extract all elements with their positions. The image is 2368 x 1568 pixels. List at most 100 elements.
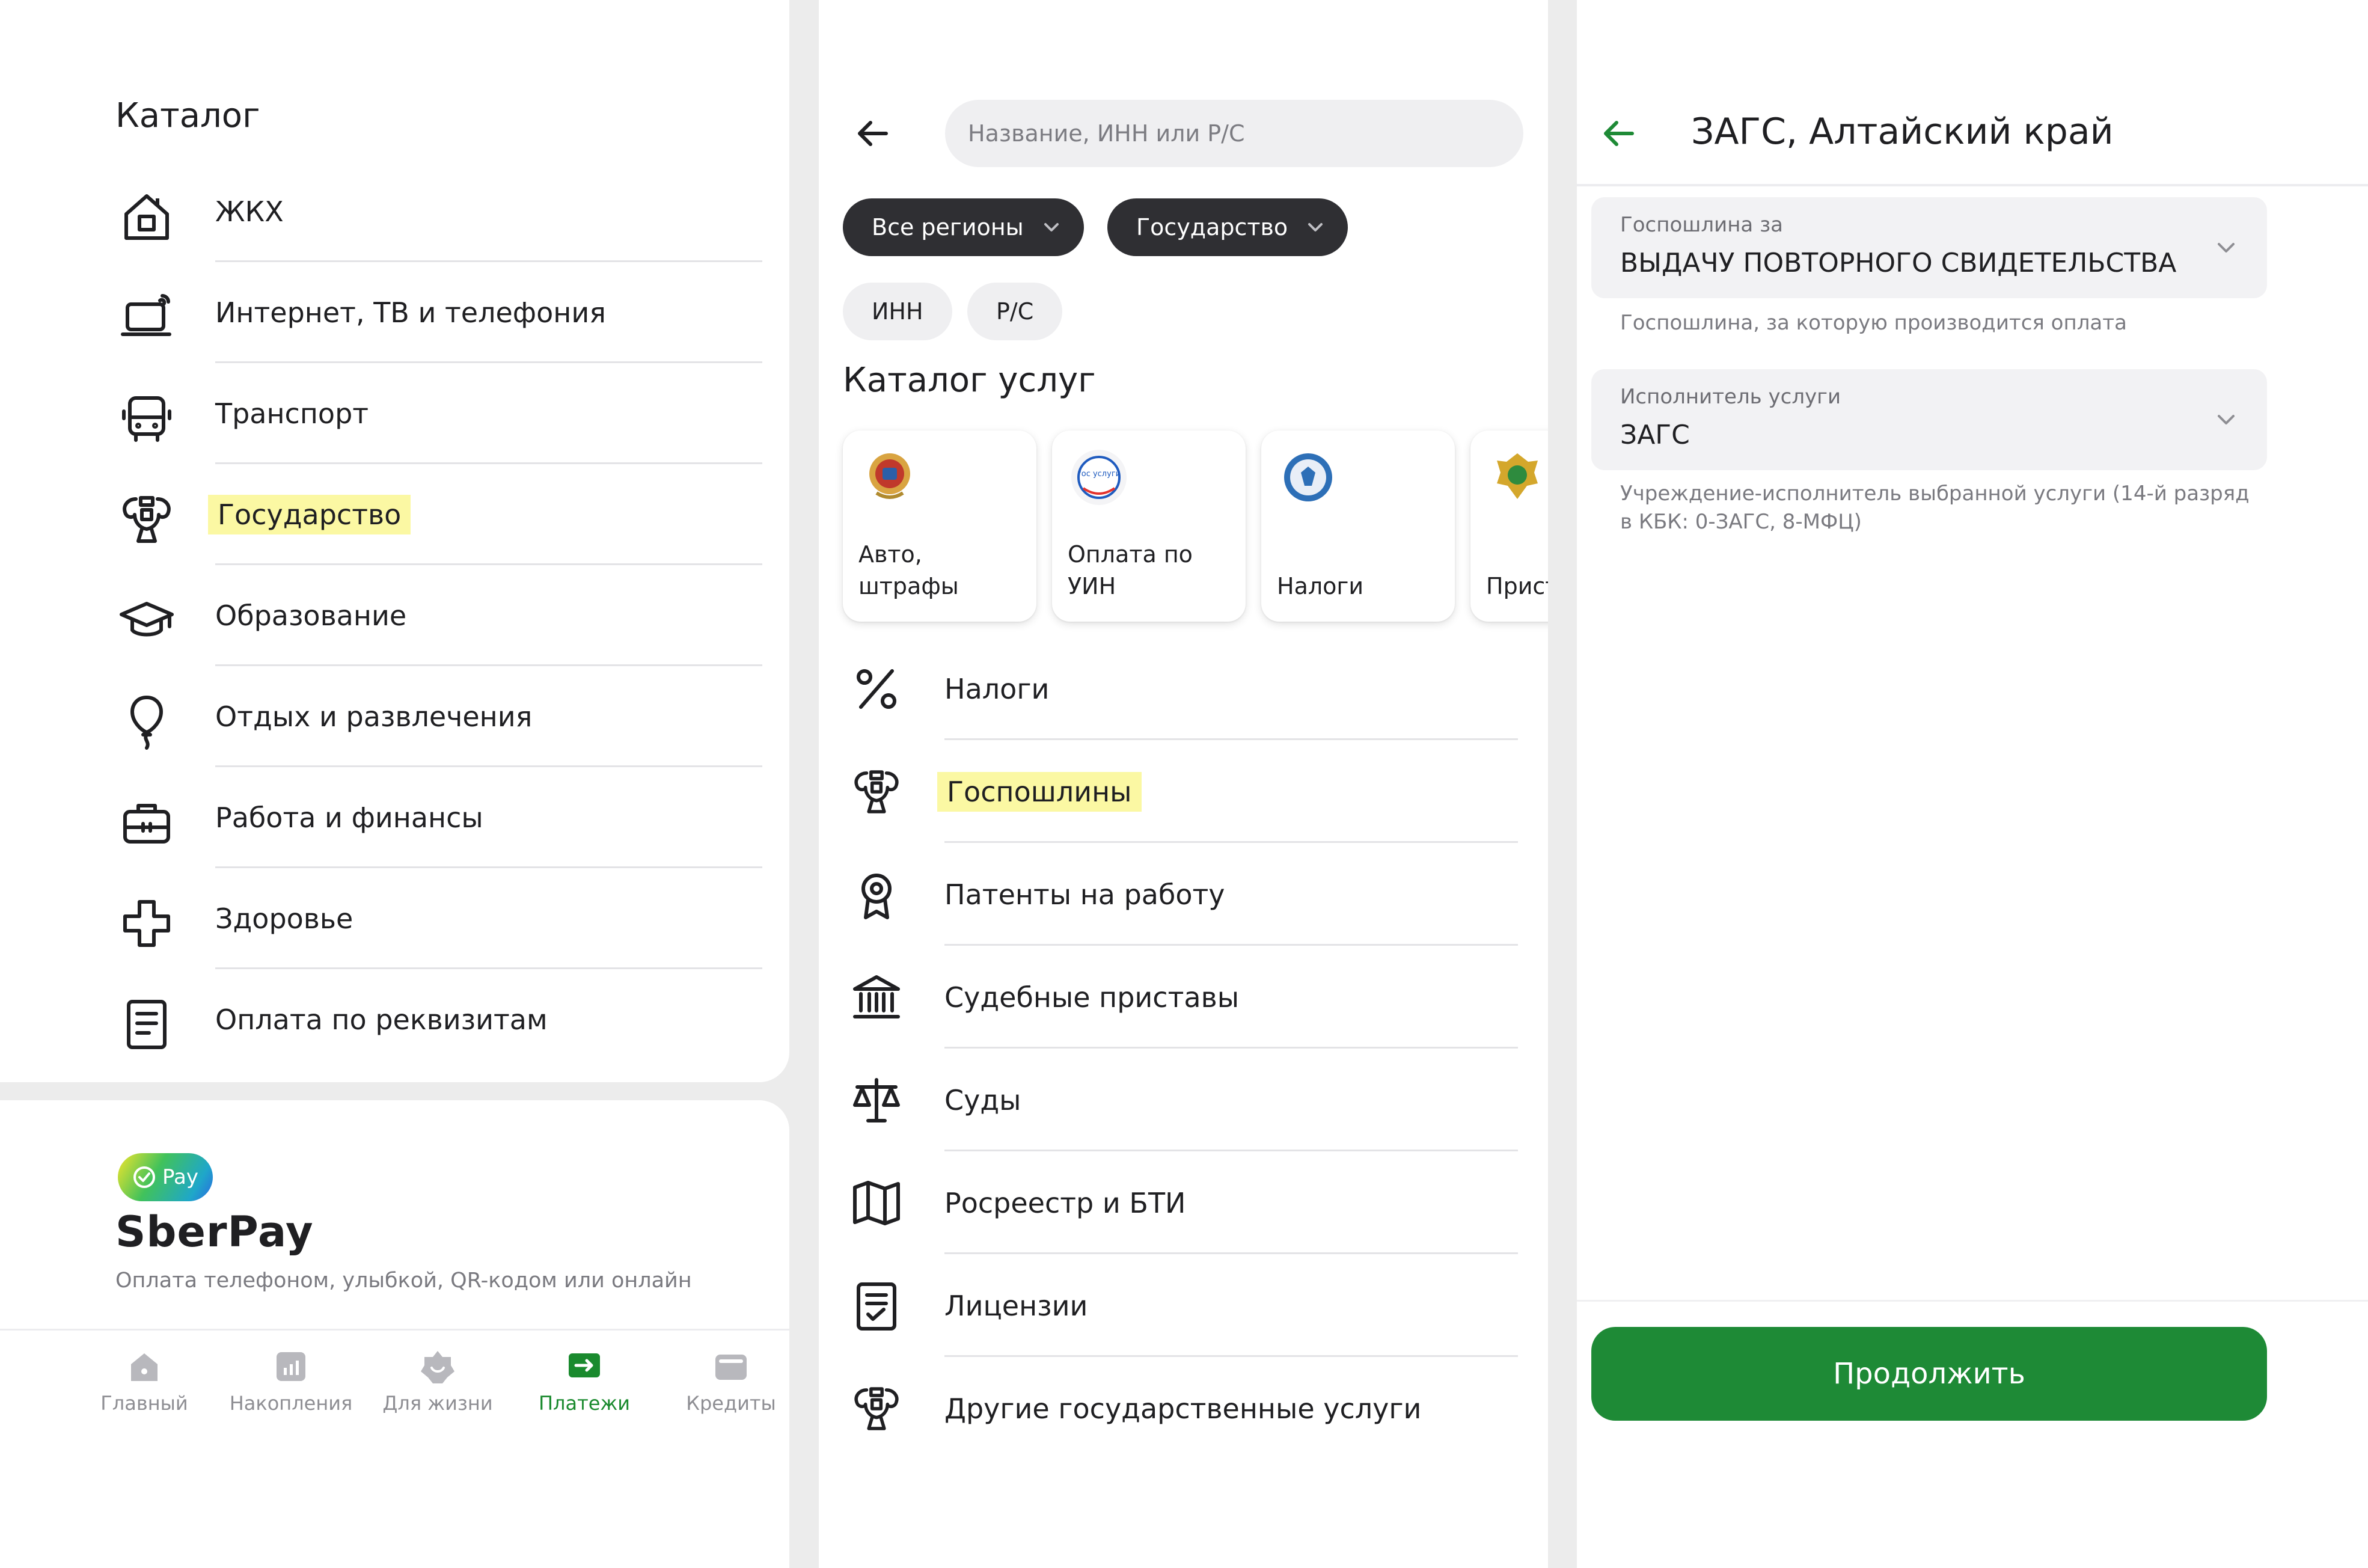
tab-savings[interactable]: Накопления	[219, 1331, 363, 1451]
service-item-other[interactable]: Другие государственные услуги	[819, 1357, 1548, 1460]
service-provider-select[interactable]: Исполнитель услуги ЗАГС	[1591, 369, 2267, 470]
sberpay-badge-label: Pay	[162, 1165, 198, 1189]
service-item-licenses[interactable]: Лицензии	[819, 1254, 1548, 1357]
service-card-auto-fines[interactable]: Авто, штрафы	[843, 430, 1036, 622]
field-hint: Учреждение-исполнитель выбранной услуги …	[1620, 482, 2250, 534]
service-item-state-duties[interactable]: Госпошлины	[819, 740, 1548, 843]
catalog-item-label: Отдых и развлечения	[215, 700, 533, 733]
search-placeholder: Название, ИНН или Р/С	[968, 120, 1245, 147]
page-title: ЗАГС, Алтайский край	[1691, 111, 2114, 153]
catalog-item-internet[interactable]: Интернет, ТВ и телефония	[0, 262, 789, 363]
service-card-label: Налоги	[1277, 572, 1364, 599]
sberpay-subtitle: Оплата телефоном, улыбкой, QR-кодом или …	[115, 1269, 692, 1293]
catalog-item-requisites[interactable]: Оплата по реквизитам	[0, 969, 789, 1070]
catalog-item-label: Оплата по реквизитам	[215, 1003, 548, 1036]
tab-payments[interactable]: Платежи	[512, 1331, 656, 1451]
sberpay-badge[interactable]: Pay	[118, 1153, 213, 1201]
chevron-down-icon	[2212, 233, 2241, 262]
laptop-icon	[118, 289, 176, 346]
catalog-item-transport[interactable]: Транспорт	[0, 363, 789, 464]
catalog-item-label: Работа и финансы	[215, 801, 483, 834]
header-divider	[1577, 184, 2368, 186]
briefcase-icon	[118, 794, 176, 851]
service-card-uin[interactable]: гос услуги Оплата по УИН	[1052, 430, 1246, 622]
catalog-item-label: ЖКХ	[215, 195, 284, 228]
service-card-label: Авто, штрафы	[858, 541, 959, 599]
home-icon	[125, 1347, 164, 1386]
check-icon	[132, 1165, 156, 1189]
filter-label: Р/С	[996, 298, 1034, 325]
payment-form-panel: ЗАГС, Алтайский край Госпошлина за ВЫДАЧ…	[1577, 0, 2368, 1568]
field-label: Госпошлина за	[1620, 213, 1783, 237]
tab-label: Кредиты	[686, 1392, 776, 1415]
back-arrow-icon[interactable]	[1595, 109, 1643, 158]
filter-account[interactable]: Р/С	[967, 283, 1063, 340]
service-item-label: Росреестр и БТИ	[944, 1186, 1186, 1219]
service-item-rosreestr[interactable]: Росреестр и БТИ	[819, 1151, 1548, 1254]
catalog-item-education[interactable]: Образование	[0, 565, 789, 666]
gosuslugi-icon: гос услуги	[1068, 446, 1130, 509]
search-input[interactable]: Название, ИНН или Р/С	[945, 100, 1523, 167]
continue-button[interactable]: Продолжить	[1591, 1327, 2267, 1421]
rosette-icon	[850, 868, 903, 921]
service-card-label: Прист	[1486, 572, 1548, 599]
tab-credits[interactable]: Кредиты	[659, 1331, 789, 1451]
tab-label: Главный	[100, 1392, 188, 1415]
tab-label: Для жизни	[382, 1392, 493, 1415]
house-icon	[118, 188, 176, 245]
bank-building-icon	[850, 971, 903, 1024]
sberpay-panel: Pay SberPay Оплата телефоном, улыбкой, Q…	[0, 1100, 789, 1568]
percent-icon	[850, 663, 903, 715]
catalog-panel: Каталог ЖКХ Интернет, ТВ и телефония Тра…	[0, 0, 789, 1082]
service-card-taxes[interactable]: Налоги	[1261, 430, 1455, 622]
filter-category[interactable]: Государство	[1107, 198, 1348, 256]
tab-for-life[interactable]: Для жизни	[366, 1331, 510, 1451]
field-value: ЗАГС	[1620, 420, 1690, 450]
gosuslugi-logo-text: гос услуги	[1077, 470, 1121, 479]
document-icon	[118, 996, 176, 1053]
back-arrow-icon[interactable]	[849, 109, 897, 158]
flower-icon	[418, 1347, 457, 1386]
tab-home[interactable]: Главный	[72, 1331, 216, 1451]
scales-icon	[850, 1074, 903, 1127]
services-panel: Название, ИНН или Р/С Все регионы Госуда…	[819, 0, 1548, 1568]
service-item-label: Лицензии	[944, 1289, 1088, 1322]
tax-service-emblem-icon	[1277, 446, 1339, 509]
service-item-label: Налоги	[944, 672, 1050, 705]
tab-label: Платежи	[538, 1392, 631, 1415]
graduation-cap-icon	[118, 592, 176, 649]
service-item-label: Судебные приставы	[944, 981, 1240, 1014]
duty-type-select[interactable]: Госпошлина за ВЫДАЧУ ПОВТОРНОГО СВИДЕТЕЛ…	[1591, 197, 2267, 298]
service-item-taxes[interactable]: Налоги	[819, 637, 1548, 740]
service-item-bailiffs[interactable]: Судебные приставы	[819, 946, 1548, 1049]
catalog-item-housing[interactable]: ЖКХ	[0, 161, 789, 262]
filter-inn[interactable]: ИНН	[843, 283, 952, 340]
filter-region[interactable]: Все регионы	[843, 198, 1084, 256]
chevron-down-icon	[1041, 216, 1062, 238]
field-hint: Госпошлина, за которую производится опла…	[1620, 311, 2127, 335]
medical-cross-icon	[118, 895, 176, 952]
emblem-icon	[850, 1382, 903, 1435]
field-value: ВЫДАЧУ ПОВТОРНОГО СВИДЕТЕЛЬСТВА	[1620, 248, 2177, 278]
catalog-item-government[interactable]: Государство	[0, 464, 789, 565]
service-item-label: Госпошлины	[937, 771, 1142, 812]
catalog-item-label: Транспорт	[215, 397, 369, 430]
catalog-item-leisure[interactable]: Отдых и развлечения	[0, 666, 789, 767]
checklist-icon	[850, 1279, 903, 1332]
service-item-work-patents[interactable]: Патенты на работу	[819, 843, 1548, 946]
filter-label: Государство	[1136, 214, 1288, 240]
service-item-label: Патенты на работу	[944, 878, 1225, 911]
catalog-item-label: Здоровье	[215, 902, 353, 935]
service-item-courts[interactable]: Суды	[819, 1049, 1548, 1151]
service-card-bailiffs[interactable]: Прист	[1470, 430, 1548, 622]
emblem-icon	[850, 765, 903, 818]
field-label: Исполнитель услуги	[1620, 385, 1841, 409]
bus-icon	[118, 390, 176, 447]
catalog-title: Каталог	[115, 96, 260, 135]
transfer-icon	[565, 1347, 604, 1386]
catalog-item-label: Образование	[215, 599, 407, 632]
catalog-item-label: Интернет, ТВ и телефония	[215, 296, 606, 329]
catalog-item-health[interactable]: Здоровье	[0, 868, 789, 969]
catalog-item-work-finance[interactable]: Работа и финансы	[0, 767, 789, 868]
wallet-icon	[712, 1347, 750, 1386]
